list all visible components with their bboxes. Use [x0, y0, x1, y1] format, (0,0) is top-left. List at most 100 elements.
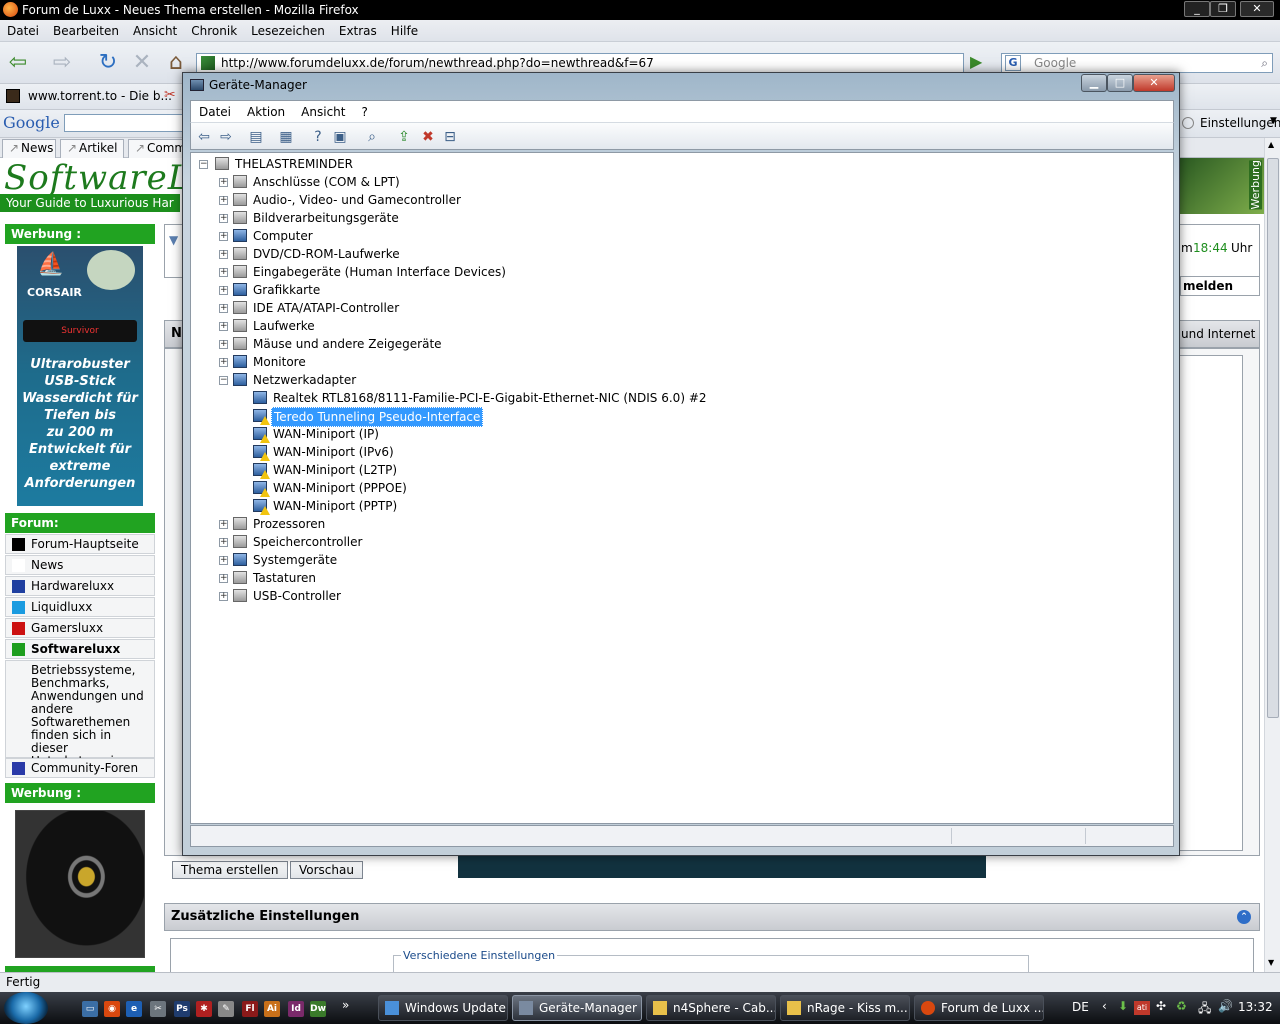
flash-icon[interactable]: Fl	[242, 1001, 258, 1017]
help-icon[interactable]: ?	[309, 128, 327, 146]
forum-link-hardwareluxx[interactable]: Hardwareluxx	[5, 576, 155, 596]
google-search-field[interactable]	[64, 114, 184, 132]
create-thread-button[interactable]: Thema erstellen	[172, 861, 288, 879]
scroll-down-icon[interactable]: ▼	[1268, 958, 1274, 967]
network-icon[interactable]: 🖧	[1198, 999, 1211, 1020]
download-icon[interactable]: ⬇	[1118, 999, 1128, 1013]
start-button-icon[interactable]	[4, 992, 48, 1024]
search-input[interactable]: G Google ⌕	[1001, 53, 1273, 73]
eye-ad-image[interactable]	[15, 810, 145, 958]
corsair-sail-icon: ⛵	[37, 252, 65, 277]
warning-icon	[260, 452, 270, 461]
acrobat-icon[interactable]: ✱	[196, 1001, 212, 1017]
address-bar[interactable]: http://www.forumdeluxx.de/forum/newthrea…	[196, 53, 964, 73]
ati-icon[interactable]: ati	[1134, 1001, 1150, 1015]
google-search-engine-icon[interactable]: G	[1005, 55, 1021, 71]
update-driver-icon[interactable]: ⇪	[395, 128, 413, 146]
forum-link-liquidluxx[interactable]: Liquidluxx	[5, 597, 155, 617]
forum-link-news[interactable]: News	[5, 555, 155, 575]
dm-close-icon[interactable]: ✕	[1133, 74, 1175, 92]
back-icon[interactable]: ⇦	[195, 128, 213, 146]
dm-menu-datei[interactable]: Datei	[191, 101, 239, 123]
forum-description: Betriebssysteme, Benchmarks, Anwendungen…	[5, 660, 155, 768]
menu-extras[interactable]: Extras	[332, 20, 384, 42]
dm-minimize-icon[interactable]: ▁	[1081, 74, 1107, 92]
show-hide-tree-icon[interactable]: ▤	[247, 128, 265, 146]
menu-chronik[interactable]: Chronik	[184, 20, 244, 42]
tab-comm[interactable]: ↗ Comm	[128, 139, 186, 158]
tab-news[interactable]: ↗ News	[2, 139, 56, 158]
clock[interactable]: 13:32	[1238, 1000, 1273, 1014]
notepad-icon[interactable]: ✎	[218, 1001, 234, 1017]
message-textarea[interactable]	[1177, 355, 1243, 851]
task-firefox[interactable]: Forum de Luxx ...	[914, 995, 1044, 1021]
camera-icon	[233, 211, 247, 224]
properties-icon[interactable]: ▦	[277, 128, 295, 146]
go-arrow-icon[interactable]: ▶	[970, 52, 982, 71]
tray-expand-icon[interactable]: ‹	[1102, 999, 1107, 1013]
extra-settings-title: Zusätzliche Einstellungen	[171, 909, 360, 924]
menu-ansicht[interactable]: Ansicht	[126, 20, 184, 42]
illustrator-icon[interactable]: Ai	[264, 1001, 280, 1017]
uninstall-icon[interactable]: ✖	[419, 128, 437, 146]
forum-link-community[interactable]: Community-Foren	[5, 758, 155, 778]
dreamweaver-icon[interactable]: Dw	[310, 1001, 326, 1017]
indesign-icon[interactable]: Id	[288, 1001, 304, 1017]
show-desktop-icon[interactable]: ▭	[82, 1001, 98, 1017]
maximize-icon[interactable]: ❐	[1210, 1, 1236, 17]
scroll-up-icon[interactable]: ▲	[1268, 140, 1274, 149]
stop-icon[interactable]: ✕	[128, 50, 156, 76]
dm-menu-aktion[interactable]: Aktion	[239, 101, 293, 123]
page-scrollbar[interactable]: ▲ ▼	[1264, 138, 1280, 972]
minimize-icon[interactable]: _	[1184, 1, 1210, 17]
dm-menu-ansicht[interactable]: Ansicht	[293, 101, 353, 123]
task-device-manager[interactable]: Geräte-Manager	[512, 995, 642, 1021]
photoshop-icon[interactable]: Ps	[174, 1001, 190, 1017]
tab-artikel[interactable]: ↗ Artikel	[60, 139, 124, 158]
chevron-down-icon[interactable]: ▼	[1270, 116, 1277, 126]
bookmark-torrent[interactable]: www.torrent.to - Die b...	[28, 89, 172, 103]
volume-icon[interactable]: 🔊	[1218, 999, 1233, 1013]
dm-maximize-icon[interactable]: □	[1107, 74, 1133, 92]
forum-link-gamersluxx[interactable]: Gamersluxx	[5, 618, 155, 638]
menu-hilfe[interactable]: Hilfe	[384, 20, 425, 42]
firefox-quicklaunch-icon[interactable]: ◉	[104, 1001, 120, 1017]
forum-link-hauptseite[interactable]: Forum-Hauptseite	[5, 534, 155, 554]
forward-arrow-icon[interactable]: ⇨	[48, 50, 76, 76]
login-link[interactable]: melden	[1180, 276, 1260, 296]
scan-hardware-icon[interactable]: ⌕	[363, 128, 381, 146]
tool-quicklaunch-icon[interactable]: ✂	[150, 1001, 166, 1017]
port-icon	[233, 175, 247, 188]
menu-datei[interactable]: Datei	[0, 20, 46, 42]
tray-network-icon[interactable]: ♻	[1176, 999, 1187, 1013]
reload-icon[interactable]: ↻	[94, 50, 122, 76]
task-windows-update[interactable]: Windows Update	[378, 995, 508, 1021]
collapse-icon[interactable]: ⌃	[1237, 910, 1251, 924]
computer-icon	[233, 229, 247, 242]
time-prefix: m	[1181, 241, 1193, 255]
menu-lesezeichen[interactable]: Lesezeichen	[244, 20, 332, 42]
view-icon[interactable]: ▣	[331, 128, 349, 146]
dm-menu-help[interactable]: ?	[353, 101, 375, 123]
back-arrow-icon[interactable]: ⇦	[4, 50, 32, 76]
scrollbar-thumb[interactable]	[1267, 158, 1279, 718]
task-n4sphere[interactable]: n4Sphere - Cab...	[646, 995, 776, 1021]
task-nrage[interactable]: nRage - Kiss m...	[780, 995, 910, 1021]
ie-quicklaunch-icon[interactable]: e	[126, 1001, 142, 1017]
forum-link-softwareluxx[interactable]: Softwareluxx	[5, 639, 155, 659]
forward-icon[interactable]: ⇨	[217, 128, 235, 146]
settings-menu[interactable]: Einstellungen	[1200, 116, 1280, 130]
network-adapter-icon	[253, 427, 270, 443]
corsair-ad[interactable]: ⛵ CORSAIR Survivor Ultrarobuster USB-Sti…	[17, 246, 143, 506]
chevron-right-icon[interactable]: »	[342, 998, 349, 1012]
softwareluxx-logo[interactable]: SoftwareL	[4, 158, 191, 198]
side-ad-banner[interactable]: Werbung	[1180, 158, 1264, 214]
close-icon[interactable]: ✕	[1240, 1, 1274, 17]
preview-button[interactable]: Vorschau	[290, 861, 363, 879]
disable-device-icon[interactable]: ⊟	[441, 128, 459, 146]
language-indicator[interactable]: DE	[1072, 1000, 1089, 1014]
search-icon[interactable]: ⌕	[1261, 54, 1268, 72]
tray-app-icon[interactable]: ✣	[1156, 999, 1166, 1013]
bookmark-icon[interactable]: ✂	[164, 87, 176, 103]
menu-bearbeiten[interactable]: Bearbeiten	[46, 20, 126, 42]
